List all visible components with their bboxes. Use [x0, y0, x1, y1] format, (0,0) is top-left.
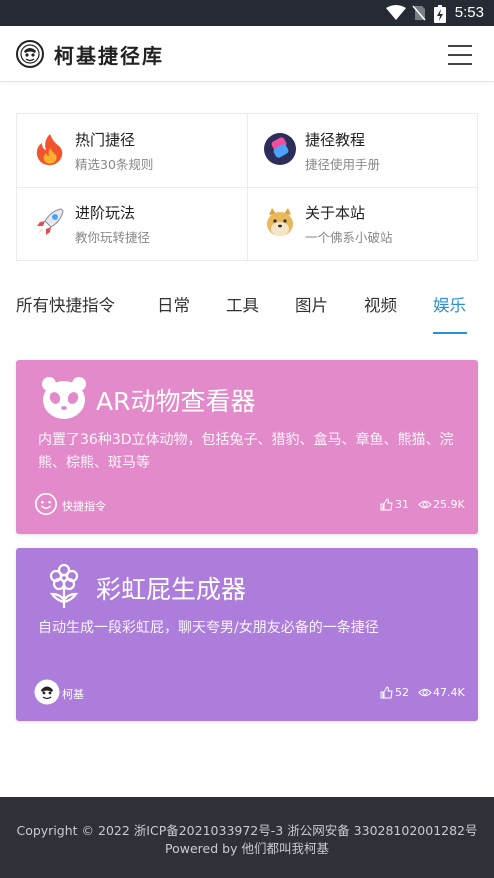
card-description: 内置了36种3D立体动物，包括兔子、猎豹、盒马、章鱼、熊猫、浣熊、棕熊、斑马等 [38, 432, 454, 471]
corgi-logo-icon[interactable] [16, 40, 44, 68]
tab-tools[interactable]: 工具 [226, 292, 259, 316]
flower-icon [49, 563, 79, 608]
like-count[interactable]: 31 [380, 498, 420, 512]
card-title: 彩虹屁生成器 [96, 575, 247, 604]
quick-links-grid: 热门捷径 精选30条规则 捷径教程 捷径使用手册 进阶玩法 教你玩转捷径 关于本… [16, 113, 478, 261]
quick-link-subtitle: 精选30条规则 [75, 157, 154, 172]
shortcuts-icon [264, 133, 296, 165]
wifi-icon [386, 5, 406, 20]
view-count: 25.9K [418, 498, 478, 512]
fire-icon [36, 134, 63, 166]
doge-icon [267, 208, 293, 236]
no-sim-icon [412, 5, 426, 21]
powered-by-text: Powered by 他们都叫我柯基 [165, 841, 329, 856]
active-tab-indicator [433, 332, 467, 334]
site-footer: Copyright © 2022 浙ICP备2021033972号-3 浙公网安… [0, 797, 494, 878]
smiley-avatar-icon [35, 493, 57, 515]
battery-icon [434, 5, 446, 23]
card-author[interactable]: 快捷指令 [62, 498, 106, 514]
status-bar: 5:53 [0, 0, 494, 26]
thumbs-up-icon [380, 498, 393, 511]
quick-link-title: 关于本站 [305, 204, 366, 222]
tab-all-shortcuts[interactable]: 所有快捷指令 [16, 292, 115, 316]
hamburger-menu-icon[interactable] [448, 45, 472, 65]
tab-images[interactable]: 图片 [295, 292, 328, 316]
quick-link-tutorial[interactable]: 捷径教程 捷径使用手册 [247, 114, 477, 187]
card-title: AR动物查看器 [96, 387, 256, 416]
app-header: 柯基捷径库 [0, 26, 494, 82]
tab-videos[interactable]: 视频 [364, 292, 397, 316]
quick-link-title: 进阶玩法 [75, 204, 136, 222]
quick-link-title: 捷径教程 [305, 131, 366, 149]
shortcut-card[interactable]: 彩虹屁生成器 自动生成一段彩虹屁，聊天夸男/女朋友必备的一条捷径 柯基 52 4… [16, 548, 478, 721]
quick-link-about[interactable]: 关于本站 一个佛系小破站 [247, 187, 477, 260]
like-count[interactable]: 52 [380, 686, 420, 700]
author-avatar-icon[interactable] [34, 679, 60, 705]
quick-link-advanced[interactable]: 进阶玩法 教你玩转捷径 [17, 187, 247, 260]
thumbs-up-icon [380, 686, 393, 699]
eye-icon [418, 688, 432, 697]
panda-icon [42, 377, 86, 419]
card-description: 自动生成一段彩虹屁，聊天夸男/女朋友必备的一条捷径 [38, 620, 379, 636]
quick-link-hot[interactable]: 热门捷径 精选30条规则 [17, 114, 247, 187]
clock: 5:53 [454, 4, 484, 21]
view-count: 47.4K [418, 686, 478, 700]
quick-link-subtitle: 教你玩转捷径 [75, 230, 151, 245]
eye-icon [418, 500, 432, 509]
quick-link-subtitle: 捷径使用手册 [305, 157, 381, 172]
tab-daily[interactable]: 日常 [157, 292, 190, 316]
shortcut-card[interactable]: AR动物查看器 内置了36种3D立体动物，包括兔子、猎豹、盒马、章鱼、熊猫、浣熊… [16, 360, 478, 534]
card-author[interactable]: 柯基 [62, 686, 84, 702]
quick-link-subtitle: 一个佛系小破站 [305, 230, 393, 245]
site-title[interactable]: 柯基捷径库 [54, 40, 164, 69]
quick-link-title: 热门捷径 [75, 131, 136, 149]
copyright-text[interactable]: Copyright © 2022 浙ICP备2021033972号-3 浙公网安… [0, 820, 494, 839]
rocket-icon [37, 208, 64, 235]
category-tabs: 所有快捷指令 日常 工具 图片 视频 娱乐 [0, 282, 494, 338]
tab-entertainment[interactable]: 娱乐 [433, 292, 466, 316]
